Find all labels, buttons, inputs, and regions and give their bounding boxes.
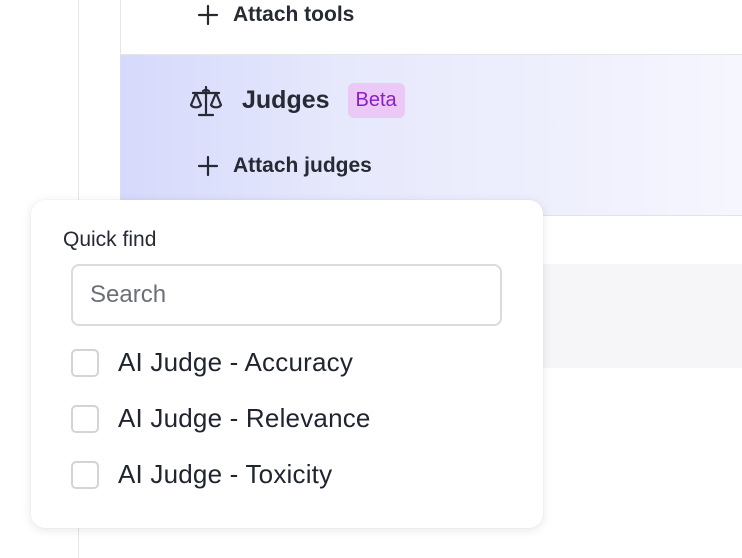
- judge-option-relevance[interactable]: AI Judge - Relevance: [71, 403, 371, 434]
- attach-tools-button[interactable]: Attach tools: [197, 3, 354, 27]
- attach-judges-label: Attach judges: [233, 154, 372, 177]
- judge-option-toxicity[interactable]: AI Judge - Toxicity: [71, 459, 332, 490]
- tools-section: Attach tools: [120, 0, 742, 55]
- plus-icon: [197, 155, 219, 177]
- quick-find-label: Quick find: [63, 228, 157, 251]
- attach-tools-label: Attach tools: [233, 3, 355, 26]
- checkbox[interactable]: [71, 404, 99, 433]
- plus-icon: [197, 4, 219, 26]
- quick-find-popover: Quick find AI Judge - Accuracy AI Judge …: [31, 200, 543, 528]
- scale-icon: [189, 85, 223, 116]
- checkbox[interactable]: [71, 460, 99, 489]
- judges-section: Judges Beta Attach judges: [120, 55, 742, 216]
- attach-judges-button[interactable]: Attach judges: [197, 154, 372, 178]
- search-input[interactable]: [71, 264, 502, 326]
- judge-option-label: AI Judge - Relevance: [118, 403, 371, 433]
- judge-option-label: AI Judge - Accuracy: [118, 347, 354, 377]
- judge-option-accuracy[interactable]: AI Judge - Accuracy: [71, 347, 353, 378]
- beta-badge: Beta: [347, 83, 405, 118]
- judges-title: Judges: [242, 86, 330, 114]
- judge-option-label: AI Judge - Toxicity: [118, 459, 333, 489]
- checkbox[interactable]: [71, 348, 99, 377]
- judges-header: Judges Beta: [189, 83, 405, 118]
